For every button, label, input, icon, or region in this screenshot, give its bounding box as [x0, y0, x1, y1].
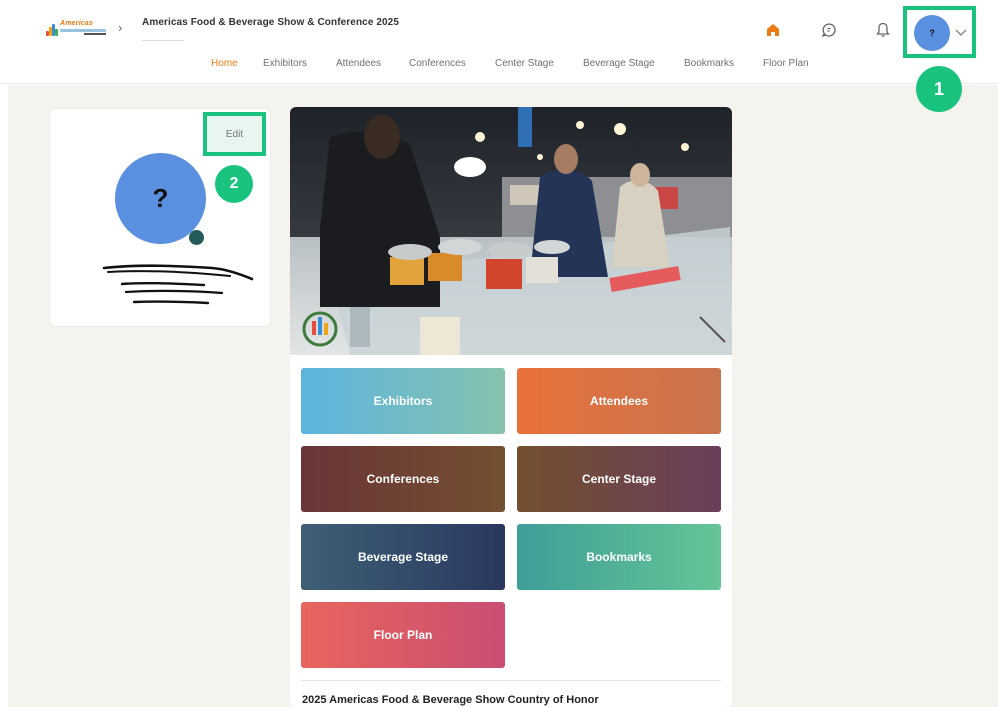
- redacted-name-scribble: [102, 264, 254, 305]
- user-menu-button[interactable]: ?: [903, 6, 976, 58]
- nav-item-conferences[interactable]: Conferences: [409, 58, 466, 69]
- annotation-badge-2: 2: [215, 165, 253, 203]
- event-hero-image: [290, 107, 732, 355]
- section-title: 2025 Americas Food & Beverage Show Count…: [302, 694, 599, 706]
- exhibitors-tile[interactable]: Exhibitors: [301, 368, 505, 434]
- avatar[interactable]: ?: [914, 15, 950, 51]
- chevron-right-icon: ›: [118, 20, 123, 35]
- bookmarks-tile[interactable]: Bookmarks: [517, 524, 721, 590]
- center-stage-tile[interactable]: Center Stage: [517, 446, 721, 512]
- annotation-badge-1: 1: [916, 66, 962, 112]
- logo-text: Americas: [60, 20, 94, 27]
- conferences-tile[interactable]: Conferences: [301, 446, 505, 512]
- nav-item-center-stage[interactable]: Center Stage: [495, 58, 554, 69]
- chevron-down-icon[interactable]: [955, 24, 967, 42]
- nav-item-floor-plan[interactable]: Floor Plan: [763, 58, 809, 69]
- bell-icon[interactable]: [875, 22, 891, 38]
- event-title[interactable]: Americas Food & Beverage Show & Conferen…: [142, 17, 399, 28]
- nav-item-exhibitors[interactable]: Exhibitors: [263, 58, 307, 69]
- event-logo[interactable]: Americas: [46, 20, 108, 40]
- main-nav: Home Exhibitors Attendees Conferences Ce…: [0, 58, 998, 76]
- floor-plan-tile[interactable]: Floor Plan: [301, 602, 505, 668]
- nav-item-beverage-stage[interactable]: Beverage Stage: [583, 58, 655, 69]
- attendees-tile[interactable]: Attendees: [517, 368, 721, 434]
- nav-item-attendees[interactable]: Attendees: [336, 58, 381, 69]
- home-icon[interactable]: [765, 22, 781, 38]
- edit-profile-button[interactable]: Edit: [203, 112, 266, 156]
- top-header: Americas › Americas Food & Beverage Show…: [0, 0, 998, 84]
- nav-item-home[interactable]: Home: [211, 58, 238, 69]
- edit-label: Edit: [225, 128, 244, 140]
- event-home-card: Exhibitors Attendees Conferences Center …: [290, 107, 732, 707]
- chat-icon[interactable]: [821, 22, 837, 38]
- nav-item-bookmarks[interactable]: Bookmarks: [684, 58, 734, 69]
- logo-mark-icon: [46, 24, 60, 36]
- section-divider: [301, 680, 721, 681]
- status-indicator: [189, 230, 204, 245]
- beverage-stage-tile[interactable]: Beverage Stage: [301, 524, 505, 590]
